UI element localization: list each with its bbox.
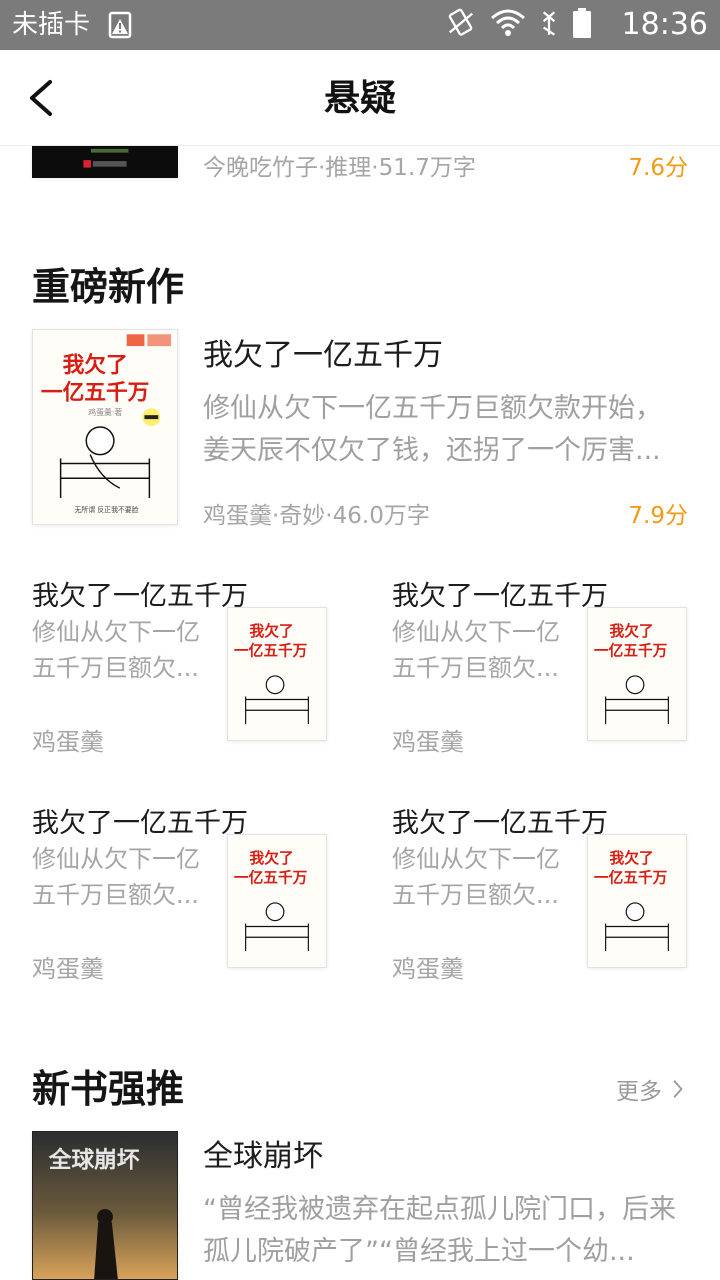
more-link[interactable]: 更多 <box>616 1072 684 1106</box>
push-book-title: 全球崩坏 <box>203 1139 323 1174</box>
more-label: 更多 <box>616 1079 662 1105</box>
grid-book-title: 我欠了一亿五千万 <box>392 581 608 612</box>
grid-book-description: 修仙从欠下一亿五千万巨额欠... <box>32 845 200 909</box>
grid-book-card[interactable]: 我欠了一亿五千万 修仙从欠下一亿五千万巨额欠... 鸡蛋羹 我欠了 一亿五千万 <box>392 801 692 991</box>
svg-text:我欠了: 我欠了 <box>250 849 294 867</box>
svg-text:无所谓 反正我不要脸: 无所谓 反正我不要脸 <box>74 505 138 514</box>
svg-text:全球崩坏: 全球崩坏 <box>48 1147 140 1174</box>
status-bar: 未插卡 18:36 <box>0 0 720 50</box>
svg-text:一亿五千万: 一亿五千万 <box>594 868 668 886</box>
featured-book-description: 修仙从欠下一亿五千万巨额欠款开始，姜天辰不仅欠了钱，还拐了一个厉害... <box>203 393 662 466</box>
svg-text:我欠了: 我欠了 <box>610 622 654 640</box>
featured-book-score: 7.9分 <box>628 503 688 529</box>
book-cover[interactable]: 我欠了 一亿五千万 <box>227 607 327 741</box>
battery-icon <box>572 7 592 43</box>
book-cover[interactable]: 我欠了 一亿五千万 鸡蛋羹·著 无所谓 反正我不要脸 <box>32 329 178 525</box>
grid-book-author: 鸡蛋羹 <box>32 728 104 756</box>
svg-text:我欠了: 我欠了 <box>63 352 128 378</box>
grid-book-title: 我欠了一亿五千万 <box>32 581 248 612</box>
cover-author-text: 鸡蛋羹·著 <box>88 407 122 417</box>
grid-book-card[interactable]: 我欠了一亿五千万 修仙从欠下一亿五千万巨额欠... 鸡蛋羹 我欠了 一亿五千万 <box>32 574 332 764</box>
grid-book-description: 修仙从欠下一亿五千万巨额欠... <box>392 845 560 909</box>
book-score: 7.6分 <box>628 155 688 181</box>
book-cover-partial[interactable] <box>32 146 178 178</box>
grid-book-author: 鸡蛋羹 <box>392 728 464 756</box>
grid-book-author: 鸡蛋羹 <box>32 955 104 983</box>
book-cover[interactable]: 全球崩坏 <box>32 1131 178 1280</box>
svg-text:我欠了: 我欠了 <box>610 849 654 867</box>
grid-book-card[interactable]: 我欠了一亿五千万 修仙从欠下一亿五千万巨额欠... 鸡蛋羹 我欠了 一亿五千万 <box>392 574 692 764</box>
rotate-icon <box>446 8 476 42</box>
svg-text:一亿五千万: 一亿五千万 <box>234 868 308 886</box>
svg-text:一亿五千万: 一亿五千万 <box>594 641 668 659</box>
grid-book-card[interactable]: 我欠了一亿五千万 修仙从欠下一亿五千万巨额欠... 鸡蛋羹 我欠了 一亿五千万 <box>32 801 332 991</box>
section-title-new: 重磅新作 <box>32 264 185 309</box>
clock: 18:36 <box>621 7 708 42</box>
grid-book-description: 修仙从欠下一亿五千万巨额欠... <box>32 618 200 682</box>
page-title: 悬疑 <box>323 77 396 119</box>
book-cover[interactable]: 我欠了 一亿五千万 <box>587 607 687 741</box>
section-title-push: 新书强推 <box>32 1066 185 1111</box>
book-cover[interactable]: 我欠了 一亿五千万 <box>227 834 327 968</box>
push-book-description: “曾经我被遗弃在起点孤儿院门口，后来孤儿院破产了”“曾经我上过一个幼... <box>203 1194 676 1267</box>
grid-book-title: 我欠了一亿五千万 <box>32 808 248 839</box>
featured-book-title: 我欠了一亿五千万 <box>203 338 443 373</box>
sim-warning-icon <box>105 10 135 40</box>
no-signal-icon <box>540 8 558 42</box>
grid-book-description: 修仙从欠下一亿五千万巨额欠... <box>392 618 560 682</box>
app-header: 悬疑 <box>0 50 720 146</box>
wifi-icon <box>490 8 526 42</box>
svg-text:我欠了: 我欠了 <box>250 622 294 640</box>
grid-book-author: 鸡蛋羹 <box>392 955 464 983</box>
svg-text:一亿五千万: 一亿五千万 <box>234 641 308 659</box>
grid-book-title: 我欠了一亿五千万 <box>392 808 608 839</box>
svg-text:一亿五千万: 一亿五千万 <box>41 380 149 405</box>
book-meta: 今晚吃竹子·推理·51.7万字 <box>203 155 476 181</box>
featured-book-meta: 鸡蛋羹·奇妙·46.0万字 <box>203 503 430 529</box>
carrier-label: 未插卡 <box>12 10 91 40</box>
chevron-right-icon <box>673 1080 683 1098</box>
status-icons <box>446 8 592 42</box>
book-cover[interactable]: 我欠了 一亿五千万 <box>587 834 687 968</box>
